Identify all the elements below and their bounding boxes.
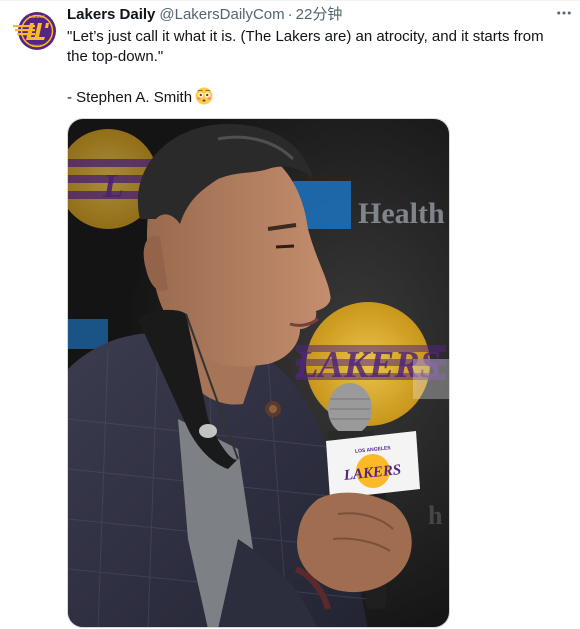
press-conference-photo: L Health LAKERS h LOS ANGELES LAKERS	[68, 119, 449, 627]
tweet-quote: "Let’s just call it what it is. (The Lak…	[67, 28, 544, 65]
display-name[interactable]: Lakers Daily	[67, 5, 155, 25]
tweet-attribution: - Stephen A. Smith	[67, 87, 567, 108]
avatar[interactable]: LAKERS DAILY	[12, 7, 60, 55]
svg-text:LAKERS: LAKERS	[29, 14, 46, 19]
more-horizontal-icon	[557, 11, 571, 15]
attribution-text: - Stephen A. Smith	[67, 89, 193, 106]
tweet-text: "Let’s just call it what it is. (The Lak…	[67, 27, 567, 108]
sponsor-text: Health	[358, 197, 445, 230]
more-options-button[interactable]	[554, 3, 574, 23]
svg-text:L: L	[102, 168, 124, 205]
svg-text:h: h	[428, 501, 443, 530]
separator-dot: ·	[287, 6, 293, 23]
mic-flag: LOS ANGELES LAKERS	[326, 431, 420, 499]
flushed-face-emoji-icon	[195, 87, 213, 105]
svg-text:DAILY: DAILY	[32, 44, 43, 48]
tweet-header: Lakers Daily @LakersDailyCom · 22分钟	[67, 4, 567, 26]
tweet-article[interactable]: LAKERS DAILY Lakers Daily @LakersDailyCo…	[0, 0, 580, 629]
tweet-photo[interactable]: L Health LAKERS h LOS ANGELES LAKERS	[67, 118, 450, 628]
hand	[297, 492, 412, 593]
lakers-daily-logo-icon: LAKERS DAILY	[13, 8, 59, 54]
timestamp[interactable]: 22分钟	[296, 5, 343, 25]
user-handle[interactable]: @LakersDailyCom	[159, 5, 284, 25]
tweet-content: Lakers Daily @LakersDailyCom · 22分钟 "Let…	[67, 1, 567, 108]
